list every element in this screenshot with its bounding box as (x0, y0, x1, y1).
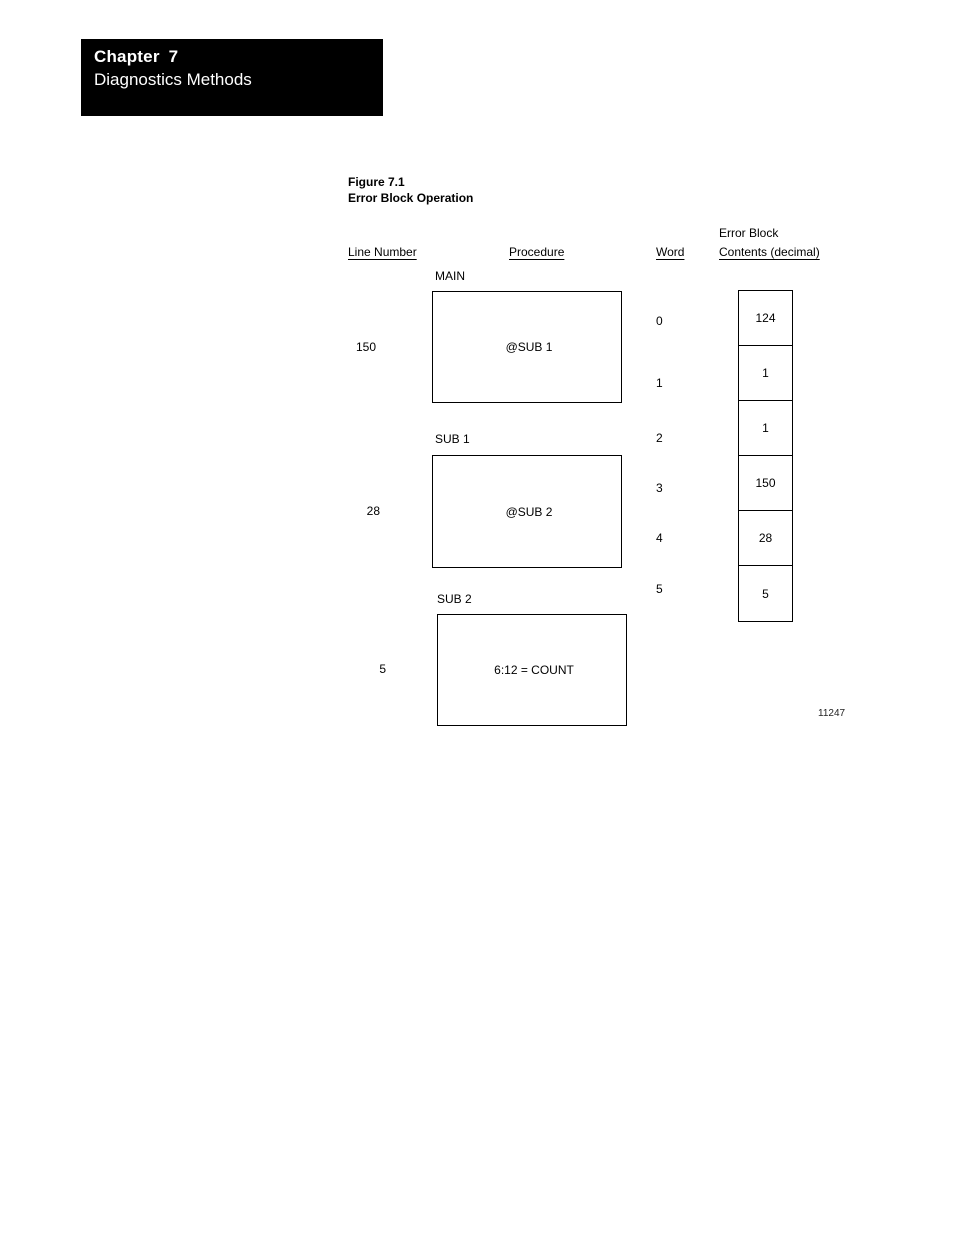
chapter-header-banner: Chapter 7 Diagnostics Methods (81, 39, 383, 116)
chapter-title: Diagnostics Methods (94, 70, 252, 89)
procedure-statement: @SUB 1 (505, 340, 553, 354)
drawing-reference-number: 11247 (818, 708, 846, 719)
chapter-number: 7 (168, 47, 179, 66)
word-index: 2 (656, 431, 663, 445)
error-block-cell: 5 (762, 586, 769, 601)
procedure-label: SUB 2 (437, 592, 472, 606)
procedure-statement: @SUB 2 (505, 504, 553, 519)
error-block-table: 124 1 1 150 28 5 (738, 290, 793, 622)
procedure-box: @SUB 2 (432, 455, 622, 568)
word-index: 4 (656, 531, 663, 545)
procedure-box: @SUB 1 (432, 291, 622, 403)
word-index: 5 (656, 582, 663, 596)
procedure-label: SUB 1 (435, 432, 470, 446)
procedure-label: MAIN (435, 269, 465, 283)
word-index: 0 (656, 314, 663, 328)
procedure-statement: 6:12 = COUNT (494, 663, 574, 677)
error-block-cell: 1 (739, 401, 792, 456)
figure-number: Figure 7.1 (348, 175, 405, 189)
column-header-procedure: Procedure (509, 245, 565, 259)
word-index: 1 (656, 376, 663, 390)
procedure-line-number: 5 (379, 662, 386, 676)
column-header-line-number: Line Number (348, 245, 417, 259)
error-block-cell: 28 (739, 511, 792, 566)
column-header-word: Word (656, 245, 685, 259)
error-block-cell: 150 (739, 456, 792, 511)
error-block-cell: 124 (739, 291, 792, 346)
figure-title: Error Block Operation (348, 191, 474, 205)
figure-caption: Figure 7.1 Error Block Operation (348, 174, 473, 206)
procedure-box: 6:12 = COUNT (437, 614, 627, 726)
error-block-cell: 1 (739, 346, 792, 401)
column-header-error-block: Error Block (719, 226, 779, 240)
chapter-label: Chapter (94, 47, 160, 66)
word-index: 3 (656, 481, 663, 495)
procedure-line-number: 28 (366, 504, 380, 518)
chapter-heading: Chapter 7 (94, 47, 178, 67)
procedure-line-number: 150 (355, 340, 376, 354)
column-header-error-block-contents: Contents (decimal) (719, 245, 820, 259)
